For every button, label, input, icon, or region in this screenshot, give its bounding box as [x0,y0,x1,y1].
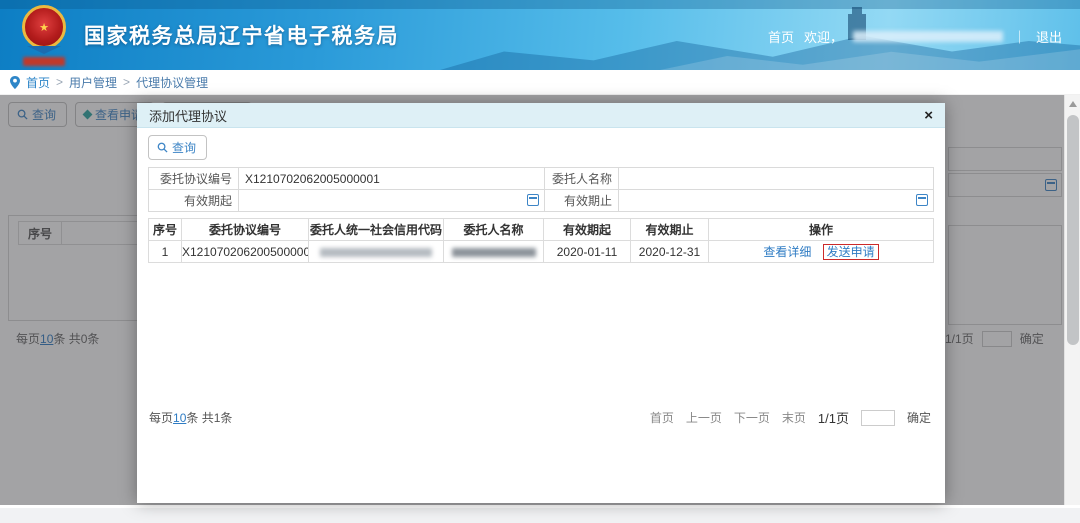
th-seq: 序号 [148,218,182,241]
per-page-link[interactable]: 10 [173,411,186,425]
cell-actions: 查看详细 发送申请 [708,240,934,263]
cell-agreement-no: X1210702062005000001 [181,240,309,263]
query-button-label: 查询 [172,141,197,155]
table-row: 1 X1210702062005000001 2020-01-11 2020-1… [148,240,934,263]
cell-valid-to: 2020-12-31 [630,240,709,263]
confirm-button[interactable]: 确定 [907,409,931,426]
scrollbar-up-arrow[interactable] [1069,101,1077,107]
page-indicator: 1/1页 [817,411,849,426]
breadcrumb-home[interactable]: 首页 [26,74,50,91]
th-actions: 操作 [708,218,934,241]
th-valid-from: 有效期起 [543,218,631,241]
modal-title: 添加代理协议 [149,108,228,124]
location-pin-icon [10,75,20,89]
send-request-link[interactable]: 发送申请 [822,244,879,260]
page-body: 查询 查看申请 序号 委托协议编号 每页10条 共0条 1/1页 [0,95,1080,505]
modal-body: 查询 委托协议编号 X1210702062005000001 委托人名称 有效期… [137,128,945,503]
th-credit-code: 委托人统一社会信用代码 [308,218,444,241]
last-page-button[interactable]: 末页 [782,409,806,426]
per-page-suffix: 条 [186,411,199,425]
add-agency-agreement-modal: 添加代理协议 × 查询 委托协议编号 X1210702062005000001 … [137,103,945,503]
search-icon [157,142,168,153]
breadcrumb-agency-agreement: 代理协议管理 [136,75,209,90]
breadcrumb-separator: > [123,75,131,89]
agreement-no-input[interactable]: X1210702062005000001 [239,168,545,190]
calendar-icon[interactable] [916,194,928,206]
query-button[interactable]: 查询 [148,135,208,160]
footer-strip [0,505,1080,523]
th-agreement-no: 委托协议编号 [181,218,309,241]
total-count: 共1条 [201,411,233,425]
welcome-username-redacted [852,31,1003,42]
modal-pagination: 每页10条 共1条 首页 上一页 下一页 末页 1/1页 确定 [149,408,931,427]
app-header: 国家税务总局辽宁省电子税务局 首页 欢迎， ｜ 退出 [0,0,1080,70]
logout-link[interactable]: 退出 [1036,27,1062,46]
first-page-button[interactable]: 首页 [650,409,674,426]
vertical-scrollbar[interactable] [1064,95,1080,505]
welcome-label: 欢迎， [803,30,843,45]
cell-credit-code-redacted [308,240,444,263]
client-name-label: 委托人名称 [545,168,619,190]
screen: 国家税务总局辽宁省电子税务局 首页 欢迎， ｜ 退出 首页 > 用户管理 > 代… [0,0,1080,523]
modal-header: 添加代理协议 × [137,103,945,128]
valid-to-label: 有效期止 [545,190,619,212]
th-valid-to: 有效期止 [630,218,709,241]
prev-page-button[interactable]: 上一页 [686,409,722,426]
agreement-no-label: 委托协议编号 [149,168,239,190]
cell-valid-from: 2020-01-11 [543,240,631,263]
nav-home-link[interactable]: 首页 [768,27,794,46]
calendar-icon[interactable] [527,194,539,206]
breadcrumb: 首页 > 用户管理 > 代理协议管理 [0,70,1080,95]
close-icon[interactable]: × [924,108,933,123]
cell-seq: 1 [148,240,182,263]
nav-divider: ｜ [1012,30,1026,45]
logo-caption-redacted [23,57,65,66]
per-page-prefix: 每页 [149,411,174,425]
valid-from-input[interactable] [239,190,545,212]
page-number-input[interactable] [860,409,895,426]
next-page-button[interactable]: 下一页 [734,409,770,426]
client-name-input[interactable] [619,168,934,190]
valid-to-input[interactable] [619,190,934,212]
valid-from-label: 有效期起 [149,190,239,212]
agreement-no-value: X1210702062005000001 [245,171,380,186]
scrollbar-thumb[interactable] [1067,115,1079,345]
cell-client-name-redacted [443,240,544,263]
tax-emblem-icon [22,5,66,49]
emblem-wings [27,46,61,54]
th-client-name: 委托人名称 [443,218,544,241]
pagination-controls: 首页 上一页 下一页 末页 1/1页 确定 [650,408,931,427]
agreements-table: 序号 委托协议编号 委托人统一社会信用代码 委托人名称 有效期起 有效期止 操作… [148,218,934,263]
pagination-summary: 每页10条 共1条 [149,409,232,426]
view-detail-link[interactable]: 查看详细 [763,245,811,259]
top-nav: 首页 欢迎， ｜ 退出 [768,27,1062,46]
table-header-row: 序号 委托协议编号 委托人统一社会信用代码 委托人名称 有效期起 有效期止 操作 [148,218,934,241]
breadcrumb-separator: > [56,75,64,89]
search-form: 委托协议编号 X1210702062005000001 委托人名称 有效期起 有… [148,167,934,212]
tax-bureau-logo [18,5,70,66]
breadcrumb-user-management[interactable]: 用户管理 [69,74,117,91]
page-title: 国家税务总局辽宁省电子税务局 [84,25,399,48]
